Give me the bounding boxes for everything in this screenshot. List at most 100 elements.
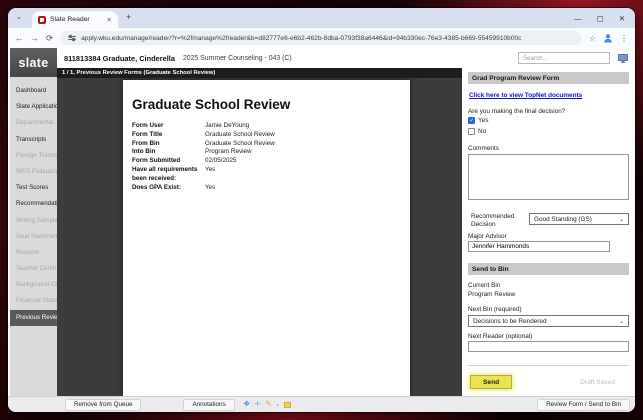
url-bar[interactable]: apply.wku.edu/manage/reader/?r=%2fmanage… bbox=[60, 31, 582, 45]
sidebar-item[interactable]: Departmental ... bbox=[10, 115, 57, 131]
checkbox-option[interactable]: ✓ Yes bbox=[468, 116, 629, 126]
comments-textarea[interactable] bbox=[468, 154, 629, 200]
field-value: Yes bbox=[205, 183, 216, 191]
back-icon[interactable]: ← bbox=[15, 33, 24, 43]
checkbox-unchecked-icon[interactable] bbox=[468, 127, 475, 135]
chevron-down-icon[interactable]: ⌄ bbox=[16, 13, 22, 21]
profile-avatar-icon[interactable] bbox=[603, 33, 613, 43]
field-value: Graduate School Review bbox=[205, 139, 275, 147]
move-tool-icon[interactable]: ✥ bbox=[244, 401, 250, 408]
document-field-row: From Bin Graduate School Review bbox=[132, 140, 400, 149]
tab-close-icon[interactable]: ✕ bbox=[107, 16, 112, 24]
app-header: 811813384 Graduate, Cinderella 2025 Summ… bbox=[57, 48, 635, 68]
sidebar-item[interactable]: Resume bbox=[10, 245, 57, 261]
topnet-documents-link[interactable]: Click here to view TopNet documents bbox=[469, 92, 582, 99]
viewer-canvas[interactable]: Graduate School Review Form User Jamie De… bbox=[57, 78, 462, 396]
sidebar-item[interactable]: Financial State... bbox=[10, 293, 57, 309]
final-decision-question: Are you making the final decision? bbox=[468, 108, 566, 115]
next-reader-label: Next Reader (optional) bbox=[468, 333, 533, 341]
remove-from-queue-button[interactable]: Remove from Queue bbox=[65, 398, 142, 411]
sidebar-item[interactable]: Recommendati... bbox=[10, 196, 57, 212]
app-body: DashboardSlate ApplicationDepartmental .… bbox=[10, 68, 635, 396]
tab-strip: ⌄ Slate Reader ✕ + — ▢ ✕ bbox=[8, 8, 635, 28]
sticky-note-icon[interactable] bbox=[283, 401, 291, 408]
next-bin-value: Decisions to be Rendered bbox=[473, 317, 547, 325]
search-input[interactable] bbox=[518, 52, 610, 64]
sidebar-item[interactable]: Writing Samples bbox=[10, 213, 57, 229]
pencil-tool-icon[interactable]: ✎ bbox=[265, 401, 271, 408]
display-icon[interactable] bbox=[618, 53, 628, 63]
sidebar-item[interactable]: Transcripts bbox=[10, 132, 57, 148]
document-field-row: Does GPA Exist: Yes bbox=[132, 184, 400, 193]
dot-tool-icon[interactable]: ● bbox=[276, 401, 278, 408]
send-button[interactable]: Send bbox=[470, 375, 513, 390]
next-bin-select[interactable]: Decisions to be Rendered ⌄ bbox=[468, 315, 629, 328]
major-advisor-label: Major Advisor bbox=[468, 233, 507, 241]
browser-tab[interactable]: Slate Reader ✕ bbox=[32, 11, 118, 28]
forward-icon[interactable]: → bbox=[31, 33, 40, 43]
field-label: Form User bbox=[132, 122, 164, 129]
document-field-row: Form User Jamie DeYoung bbox=[132, 122, 400, 131]
maximize-button[interactable]: ▢ bbox=[597, 14, 604, 23]
browser-toolbar: ← → ⟳ apply.wku.edu/manage/reader/?r=%2f… bbox=[8, 28, 635, 48]
next-reader-input[interactable] bbox=[468, 341, 629, 353]
comments-label: Comments bbox=[468, 145, 499, 152]
browser-window: ⌄ Slate Reader ✕ + — ▢ ✕ ← → ⟳ apply.wku… bbox=[8, 8, 635, 412]
reload-icon[interactable]: ⟳ bbox=[46, 33, 53, 44]
document-fields: Form User Jamie DeYoung Form Title Graduate… bbox=[132, 122, 400, 192]
final-decision-options: ✓ Yes No bbox=[468, 116, 629, 136]
document-field-row: Into Bin Program Review bbox=[132, 148, 400, 157]
recommended-decision-select[interactable]: Good Standing (GS) ⌄ bbox=[529, 213, 629, 225]
recommended-decision-label: Recommended Decision bbox=[471, 213, 515, 228]
annotation-tools: ✥ ✛ ✎ ● bbox=[244, 401, 279, 408]
sidebar-item[interactable]: WES Evaluation bbox=[10, 164, 57, 180]
current-bin-value: Program Review bbox=[468, 291, 516, 299]
reader-footer-toolbar: Remove from Queue Annotations ✥ ✛ ✎ ● Revie… bbox=[8, 396, 635, 412]
menu-dots-icon[interactable]: ⋮ bbox=[620, 34, 628, 43]
minimize-button[interactable]: — bbox=[574, 14, 582, 23]
sidebar-item[interactable]: Teacher Certifi... bbox=[10, 261, 57, 277]
sidebar-item[interactable]: Goal Statement bbox=[10, 229, 57, 245]
checkbox-checked-icon[interactable]: ✓ bbox=[468, 117, 475, 125]
program-label: 2025 Summer Counseling - 043 (C) bbox=[182, 54, 292, 62]
close-button[interactable]: ✕ bbox=[619, 14, 625, 23]
new-tab-button[interactable]: + bbox=[126, 12, 131, 22]
site-info-icon[interactable] bbox=[68, 34, 77, 42]
sidebar-item[interactable]: Foreign Transc... bbox=[10, 148, 57, 164]
chevron-down-icon: ⌄ bbox=[618, 318, 624, 325]
pan-tool-icon[interactable]: ✛ bbox=[255, 401, 261, 408]
bookmark-star-icon[interactable]: ☆ bbox=[589, 34, 596, 43]
field-label: From Bin bbox=[132, 139, 160, 147]
send-button-row: Send Draft Saved bbox=[468, 375, 629, 390]
slate-logo[interactable]: slate bbox=[10, 48, 57, 77]
field-label: Does GPA Exist: bbox=[132, 183, 181, 191]
divider bbox=[468, 365, 629, 367]
checkbox-option[interactable]: No bbox=[468, 127, 629, 137]
annotations-button[interactable]: Annotations bbox=[183, 398, 235, 411]
send-to-bin-header: Send to Bin bbox=[468, 263, 629, 276]
review-form-header: Grad Program Review Form bbox=[468, 72, 629, 84]
document-viewer: 1 / 1, Previous Review Forms (Graduate S… bbox=[57, 68, 462, 396]
sidebar-item[interactable]: Dashboard bbox=[10, 83, 57, 99]
document-field-row: Form Title Graduate School Review bbox=[132, 131, 400, 140]
review-form-send-button[interactable]: Review Form / Send to Bin bbox=[537, 398, 630, 411]
document-field-row: Form Submitted 02/05/2025 bbox=[132, 157, 400, 166]
major-advisor-input[interactable] bbox=[468, 241, 610, 253]
next-bin-label: Next Bin (required) bbox=[468, 306, 522, 314]
checkbox-label: Yes bbox=[478, 117, 489, 125]
breadcrumb: 1 / 1, Previous Review Forms (Graduate S… bbox=[57, 68, 462, 78]
current-bin-label: Current Bin bbox=[468, 282, 501, 290]
slate-reader-app: slate 811813384 Graduate, Cinderella 202… bbox=[8, 48, 635, 412]
sidebar-item[interactable]: Test Scores bbox=[10, 180, 57, 196]
tab-title: Slate Reader bbox=[50, 16, 90, 23]
sidebar-item[interactable]: Background Ch... bbox=[10, 277, 57, 293]
checkbox-label: No bbox=[478, 127, 487, 135]
sidebar-item[interactable]: Slate Application bbox=[10, 99, 57, 115]
window-controls: — ▢ ✕ bbox=[574, 8, 625, 28]
chevron-down-icon: ⌄ bbox=[618, 216, 624, 223]
document-page: Graduate School Review Form User Jamie De… bbox=[123, 80, 410, 396]
document-title: Graduate School Review bbox=[132, 97, 291, 112]
draft-saved-button: Draft Saved bbox=[580, 378, 615, 386]
sidebar-item[interactable]: Previous Revie... bbox=[10, 309, 57, 326]
review-panel: Grad Program Review Form Click here to v… bbox=[462, 68, 635, 396]
